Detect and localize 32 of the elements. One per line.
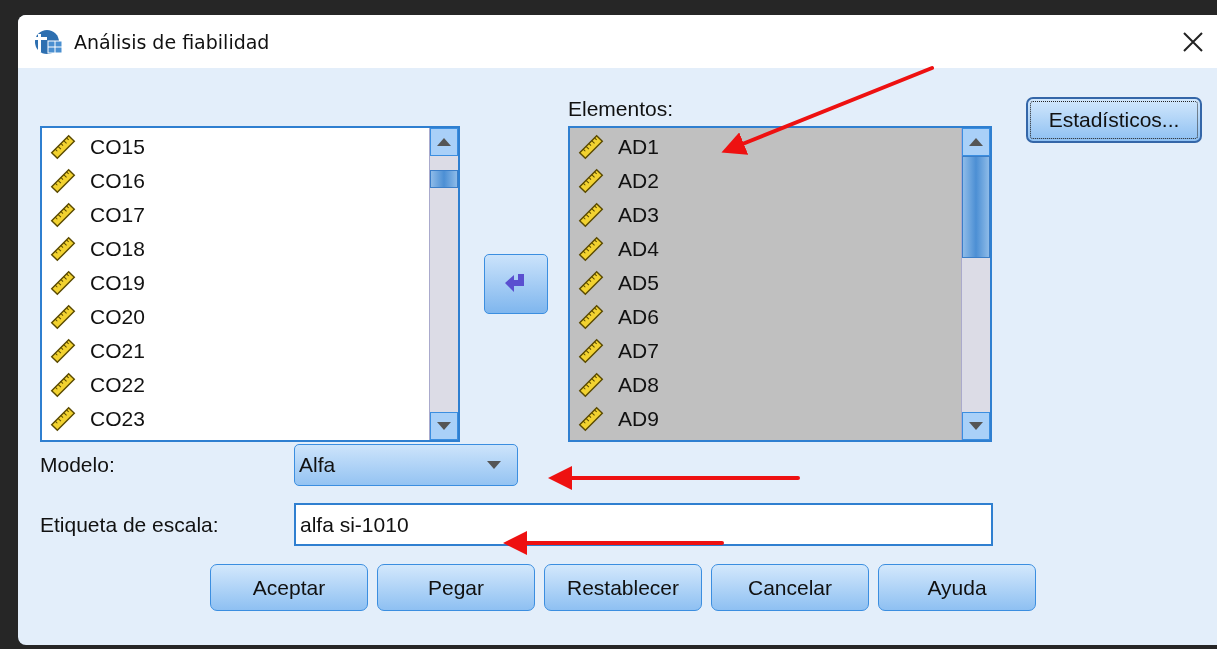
variable-name[interactable]: CO23 — [90, 407, 145, 431]
dialog-button[interactable]: Cancelar — [711, 564, 869, 611]
dialog-button[interactable]: Restablecer — [544, 564, 702, 611]
scrollbar-thumb[interactable] — [430, 170, 458, 188]
scale-label: Etiqueta de escala: — [40, 512, 220, 537]
variable-name[interactable]: CO20 — [90, 305, 145, 329]
dialog-button[interactable]: Ayuda — [878, 564, 1036, 611]
scrollbar[interactable] — [429, 128, 458, 440]
variable-name[interactable]: CO15 — [90, 135, 145, 159]
up-arrow-icon — [437, 138, 451, 146]
move-button[interactable] — [484, 254, 548, 314]
variable-name[interactable]: CO22 — [90, 373, 145, 397]
variable-name[interactable]: CO18 — [90, 237, 145, 261]
variable-name[interactable]: CO21 — [90, 339, 145, 363]
variable-list[interactable]: CO15 CO16 CO17 CO18 CO19 CO20 CO21 CO22 CO23 — [40, 126, 460, 442]
variable-name[interactable]: CO19 — [90, 271, 145, 295]
model-dropdown[interactable]: Alfa — [294, 444, 518, 486]
dropdown-caret-icon — [487, 461, 501, 469]
scale-label-field[interactable]: alfa si-1010 — [294, 503, 993, 546]
down-arrow-icon — [437, 422, 451, 430]
variable-name[interactable]: CO17 — [90, 203, 145, 227]
down-arrow-icon — [969, 422, 983, 430]
statistics-button[interactable]: Estadísticos... — [1026, 97, 1202, 143]
close-icon[interactable] — [1182, 30, 1204, 53]
dialog-button[interactable]: Pegar — [377, 564, 535, 611]
variable-name[interactable]: CO16 — [90, 169, 145, 193]
window-title: Análisis de fiabilidad — [74, 30, 270, 53]
dialog-button[interactable]: Aceptar — [210, 564, 368, 611]
up-arrow-icon — [969, 138, 983, 146]
scrollbar-thumb[interactable] — [962, 156, 990, 258]
items-label: Elementos: — [568, 97, 675, 122]
model-label: Modelo: — [40, 453, 116, 477]
